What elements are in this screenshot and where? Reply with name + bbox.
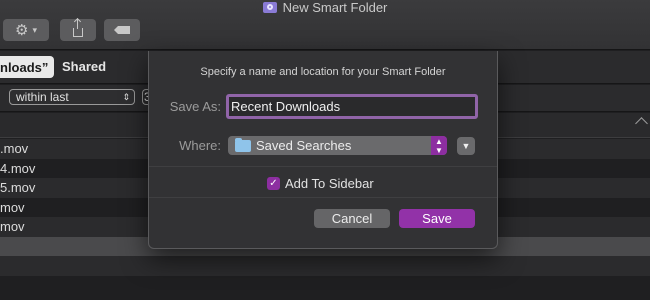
- window-title: New Smart Folder: [0, 0, 650, 15]
- add-to-sidebar-checkbox[interactable]: ✓ Add To Sidebar: [267, 176, 374, 191]
- updown-chevron-icon: ⇕: [122, 92, 130, 102]
- where-label: Where:: [179, 138, 221, 153]
- scope-shared[interactable]: Shared: [62, 59, 106, 74]
- divider: [149, 166, 497, 167]
- cancel-button[interactable]: Cancel: [314, 209, 390, 228]
- action-menu-button[interactable]: ⚙ ▾: [3, 19, 49, 41]
- save-smart-folder-dialog: Specify a name and location for your Sma…: [148, 51, 498, 249]
- file-name: 5.mov: [0, 180, 36, 195]
- where-popup-button[interactable]: Saved Searches ▲ ▼: [228, 136, 447, 155]
- file-name: 4.mov: [0, 160, 36, 176]
- chevron-down-icon: ▾: [32, 24, 37, 35]
- blue-folder-icon: [235, 137, 251, 152]
- share-icon: [73, 19, 83, 37]
- table-row: [0, 256, 650, 276]
- table-row: [0, 275, 650, 295]
- save-as-input[interactable]: Recent Downloads: [226, 94, 478, 119]
- dialog-prompt: Specify a name and location for your Sma…: [200, 66, 446, 78]
- window-title-text: New Smart Folder: [282, 0, 388, 15]
- date-operator-value: within last: [16, 90, 69, 104]
- gear-icon: ⚙: [15, 21, 29, 39]
- checkmark-icon: ✓: [267, 177, 280, 190]
- chevron-down-icon: ▼: [461, 141, 471, 151]
- file-name: mov: [0, 219, 25, 234]
- file-name: mov: [0, 199, 25, 215]
- tag-button[interactable]: [104, 19, 140, 41]
- file-name: .mov: [0, 141, 29, 156]
- share-button[interactable]: [60, 19, 96, 41]
- where-value: Saved Searches: [256, 138, 352, 153]
- smart-folder-icon: [262, 1, 277, 13]
- save-button[interactable]: Save: [399, 209, 475, 228]
- tag-icon: [114, 26, 130, 34]
- save-as-label: Save As:: [169, 99, 221, 114]
- divider: [149, 197, 497, 198]
- scope-downloads[interactable]: nloads”: [0, 56, 55, 78]
- date-operator-select[interactable]: within last ⇕: [9, 89, 135, 105]
- updown-chevron-icon: ▲ ▼: [431, 136, 447, 155]
- expand-browser-button[interactable]: ▼: [457, 137, 475, 155]
- add-to-sidebar-label: Add To Sidebar: [285, 176, 374, 191]
